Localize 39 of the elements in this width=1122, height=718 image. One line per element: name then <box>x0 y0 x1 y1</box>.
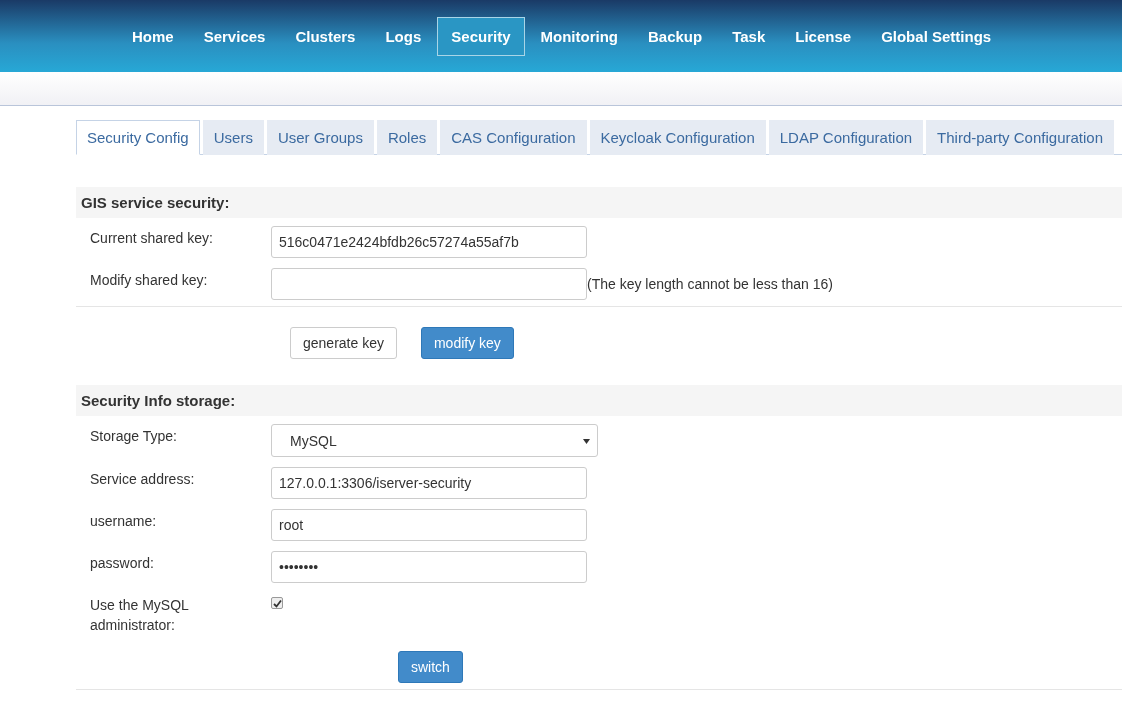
tab[interactable]: Security Config <box>76 120 200 155</box>
tab[interactable]: Roles <box>376 120 438 155</box>
nav-link[interactable]: Backup <box>634 16 717 56</box>
tab[interactable]: Keycloak Configuration <box>589 120 766 155</box>
nav-link[interactable]: License <box>781 16 866 56</box>
field-label: Use the MySQL administrator: <box>90 596 190 635</box>
nav-link[interactable]: Clusters <box>281 16 370 56</box>
action-button[interactable]: generate key <box>290 327 397 359</box>
field-label: username: <box>90 512 158 531</box>
field-label: Current shared key: <box>90 229 214 248</box>
action-button[interactable]: switch <box>398 651 463 683</box>
tab[interactable]: User Groups <box>266 120 374 155</box>
text-field[interactable]: root <box>271 509 587 541</box>
checkbox[interactable] <box>271 597 283 609</box>
nav-link[interactable]: Global Settings <box>867 16 1006 56</box>
section-title: Security Info storage: <box>76 385 1122 416</box>
nav-link[interactable]: Services <box>189 16 280 56</box>
text-field[interactable]: •••••••• <box>271 551 587 583</box>
action-button[interactable]: modify key <box>420 327 514 359</box>
nav-link[interactable]: Home <box>118 16 188 56</box>
field-label: Storage Type: <box>90 427 178 446</box>
text-field[interactable]: 516c0471e2424bfdb26c57274a55af7b <box>271 226 587 258</box>
nav-link[interactable]: Task <box>718 16 780 56</box>
nav-link[interactable]: Logs <box>371 16 436 56</box>
text-field[interactable]: 127.0.0.1:3306/iserver-security <box>271 467 587 499</box>
text-field[interactable] <box>271 268 587 300</box>
tab[interactable]: Users <box>202 120 264 155</box>
nav-link[interactable]: Security <box>437 16 525 56</box>
select-dropdown[interactable]: MySQL <box>271 424 598 457</box>
nav-link[interactable]: Monitoring <box>526 16 632 56</box>
field-label: Service address: <box>90 470 196 489</box>
field-label: password: <box>90 554 155 573</box>
section-title: GIS service security: <box>76 187 1122 218</box>
tab[interactable]: Third-party Configuration <box>926 120 1114 155</box>
hint-text: (The key length cannot be less than 16) <box>587 275 833 292</box>
caret-icon <box>583 438 590 444</box>
field-label: Modify shared key: <box>90 271 209 290</box>
tab[interactable]: LDAP Configuration <box>768 120 924 155</box>
tab[interactable]: CAS Configuration <box>440 120 587 155</box>
